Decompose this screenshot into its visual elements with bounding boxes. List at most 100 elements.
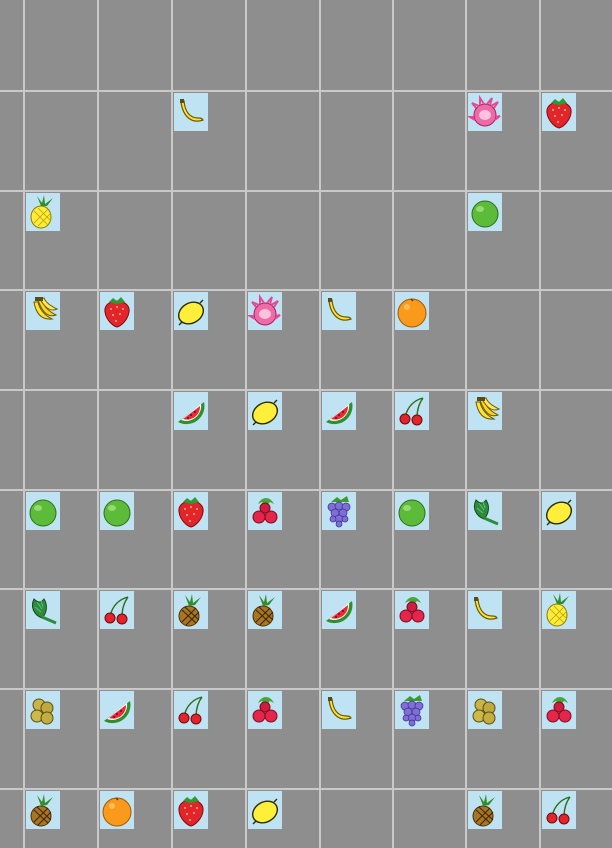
fruit-tile-banana[interactable]: [174, 93, 208, 131]
grid-line-vertical: [392, 0, 394, 848]
pineapple-icon: [30, 794, 53, 827]
fruit-tile-orange[interactable]: [395, 292, 429, 330]
grid-line-horizontal: [0, 190, 612, 192]
fruit-tile-cherries[interactable]: [100, 591, 134, 629]
fruit-tile-banana-bunch[interactable]: [468, 392, 502, 430]
grid-line-horizontal: [0, 90, 612, 92]
fruit-tile-watermelon[interactable]: [100, 691, 134, 729]
fruit-tile-lemon[interactable]: [174, 292, 208, 330]
fruit-tile-dragonfruit[interactable]: [468, 93, 502, 131]
fruit-tile-strawberry[interactable]: [100, 292, 134, 330]
orange-icon: [397, 298, 427, 328]
watermelon-icon: [326, 402, 353, 425]
grapes-icon: [327, 496, 351, 528]
grid-line-horizontal: [0, 788, 612, 790]
pineapple-icon: [178, 594, 201, 627]
fruit-tile-artichoke[interactable]: [468, 492, 502, 530]
banana-bunch-icon: [33, 297, 59, 320]
fruit-tile-apple[interactable]: [26, 492, 60, 530]
fruit-tile-banana[interactable]: [322, 691, 356, 729]
apple-icon: [29, 499, 57, 527]
apple-icon: [103, 499, 131, 527]
fruit-tile-pineapple[interactable]: [468, 791, 502, 829]
lemon-icon: [177, 299, 205, 326]
orange-icon: [102, 797, 132, 827]
fruit-tile-pineapple[interactable]: [26, 791, 60, 829]
watermelon-icon: [178, 402, 205, 425]
cherries-icon: [104, 596, 129, 625]
strawberry-icon: [546, 98, 572, 129]
fruit-tile-artichoke[interactable]: [26, 591, 60, 629]
grid-line-horizontal: [0, 389, 612, 391]
cherries-icon: [546, 796, 571, 825]
banana-icon: [180, 99, 204, 122]
fruit-tile-cherries[interactable]: [542, 791, 576, 829]
pineapple-icon: [472, 794, 495, 827]
dragonfruit-icon: [248, 293, 281, 326]
fruit-tile-strawberry[interactable]: [174, 492, 208, 530]
fruit-tile-pineapple[interactable]: [248, 591, 282, 629]
grid-line-vertical: [23, 0, 25, 848]
grid-line-vertical: [245, 0, 247, 848]
fruit-tile-longan[interactable]: [468, 691, 502, 729]
pineapple-icon: [252, 594, 275, 627]
pineapple-icon: [30, 195, 53, 229]
artichoke-icon: [473, 499, 499, 526]
grid-line-vertical: [465, 0, 467, 848]
fruit-tile-lychee[interactable]: [248, 691, 282, 729]
lychee-icon: [399, 597, 425, 623]
banana-icon: [328, 298, 352, 321]
fruit-tile-pineapple-yellow[interactable]: [542, 591, 576, 629]
longan-icon: [30, 698, 54, 725]
grid-line-vertical: [171, 0, 173, 848]
fruit-tile-lychee[interactable]: [542, 691, 576, 729]
fruit-tile-watermelon[interactable]: [174, 392, 208, 430]
grid-line-horizontal: [0, 688, 612, 690]
artichoke-icon: [31, 598, 57, 625]
lychee-icon: [546, 697, 572, 723]
fruit-tile-pineapple[interactable]: [174, 591, 208, 629]
fruit-tile-dragonfruit[interactable]: [248, 292, 282, 330]
fruit-tile-strawberry[interactable]: [174, 791, 208, 829]
apple-icon: [398, 499, 426, 527]
fruit-tile-banana-bunch[interactable]: [26, 292, 60, 330]
fruit-tile-apple[interactable]: [395, 492, 429, 530]
banana-bunch-icon: [475, 397, 501, 420]
fruit-tile-orange[interactable]: [100, 791, 134, 829]
fruit-tile-lychee[interactable]: [248, 492, 282, 530]
fruit-tile-apple[interactable]: [100, 492, 134, 530]
banana-icon: [474, 597, 498, 620]
cherries-icon: [399, 397, 424, 426]
fruit-tile-banana[interactable]: [468, 591, 502, 629]
fruit-tile-apple[interactable]: [468, 193, 502, 231]
fruit-tile-lychee[interactable]: [395, 591, 429, 629]
game-board: [0, 0, 612, 848]
grid-line-vertical: [97, 0, 99, 848]
apple-icon: [471, 200, 499, 228]
grid-line-horizontal: [0, 289, 612, 291]
fruit-tile-cherries[interactable]: [395, 392, 429, 430]
strawberry-icon: [104, 297, 130, 328]
lychee-icon: [252, 498, 278, 524]
cherries-icon: [178, 696, 203, 725]
pineapple-icon: [546, 593, 569, 627]
fruit-tile-lemon[interactable]: [248, 791, 282, 829]
longan-icon: [472, 698, 496, 725]
fruit-tile-lemon[interactable]: [248, 392, 282, 430]
fruit-tile-banana[interactable]: [322, 292, 356, 330]
fruit-tile-watermelon[interactable]: [322, 392, 356, 430]
grapes-icon: [400, 695, 424, 727]
grid-line-horizontal: [0, 489, 612, 491]
fruit-tile-strawberry[interactable]: [542, 93, 576, 131]
dragonfruit-icon: [468, 94, 501, 127]
grid-line-horizontal: [0, 588, 612, 590]
lemon-icon: [251, 399, 279, 426]
fruit-tile-pineapple-yellow[interactable]: [26, 193, 60, 231]
fruit-tile-cherries[interactable]: [174, 691, 208, 729]
fruit-tile-grapes[interactable]: [395, 691, 429, 729]
fruit-tile-lemon[interactable]: [542, 492, 576, 530]
fruit-tile-longan[interactable]: [26, 691, 60, 729]
strawberry-icon: [178, 497, 204, 528]
fruit-tile-grapes[interactable]: [322, 492, 356, 530]
fruit-tile-watermelon[interactable]: [322, 591, 356, 629]
